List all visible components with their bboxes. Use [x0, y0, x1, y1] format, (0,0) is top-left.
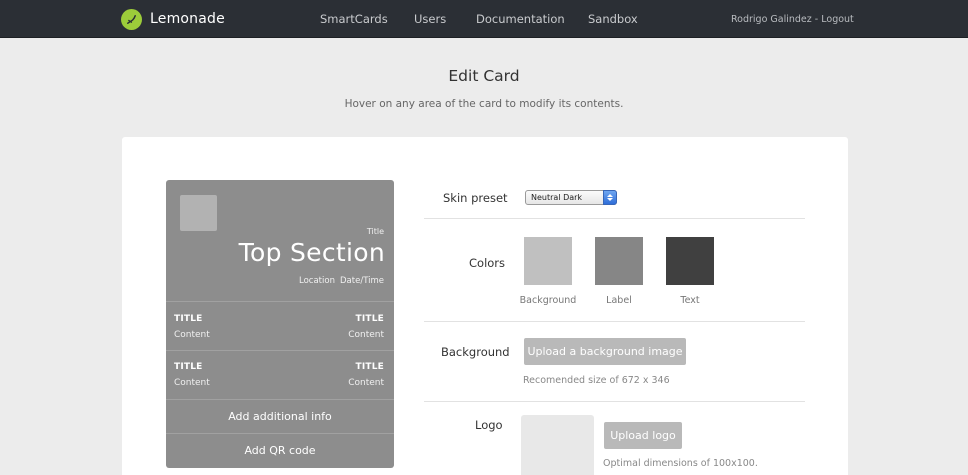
color-swatch-background[interactable]	[524, 237, 572, 285]
form-divider	[424, 321, 805, 322]
nav-link-documentation[interactable]: Documentation	[476, 12, 565, 26]
field-content-left: Content	[174, 330, 210, 340]
swatch-label-label: Label	[606, 295, 632, 306]
user-name[interactable]: Rodrigo Galindez	[731, 14, 812, 25]
nav-link-sandbox[interactable]: Sandbox	[588, 12, 638, 26]
brand-name: Lemonade	[150, 11, 225, 27]
nav-link-smartcards[interactable]: SmartCards	[320, 12, 388, 26]
logo-preview[interactable]	[521, 415, 594, 475]
logo-size-hint: Optimal dimensions of 100x100.	[603, 458, 758, 469]
color-swatch-text[interactable]	[666, 237, 714, 285]
card-title: Top Section	[238, 238, 385, 267]
page-title: Edit Card	[448, 67, 520, 85]
field-content-right: Content	[348, 330, 384, 340]
card-divider	[166, 301, 394, 302]
card-divider	[166, 399, 394, 400]
field-title-right: TITLE	[355, 314, 384, 324]
card-location: Location	[299, 276, 335, 286]
field-title-right: TITLE	[355, 362, 384, 372]
nav-link-users[interactable]: Users	[414, 12, 446, 26]
card-preview: Title Top Section Location Date/Time TIT…	[166, 180, 394, 468]
upload-background-button[interactable]: Upload a background image	[524, 338, 686, 365]
swatch-label-background: Background	[519, 295, 577, 306]
card-title-label: Title	[366, 227, 384, 236]
skin-preset-value: Neutral Dark	[531, 193, 583, 202]
top-navbar: Lemonade SmartCards Users Documentation …	[0, 0, 968, 38]
background-label: Background	[441, 345, 510, 359]
field-title-left: TITLE	[174, 314, 203, 324]
card-divider	[166, 433, 394, 434]
field-title-left: TITLE	[174, 362, 203, 372]
skin-preset-label: Skin preset	[443, 191, 508, 205]
card-datetime: Date/Time	[340, 276, 384, 286]
skin-preset-select[interactable]: Neutral Dark	[525, 190, 617, 205]
lemon-logo-icon	[121, 8, 142, 30]
field-content-right: Content	[348, 378, 384, 388]
background-size-hint: Recomended size of 672 x 346	[523, 375, 670, 386]
user-menu: Rodrigo Galindez - Logout	[731, 14, 854, 25]
form-divider	[424, 218, 805, 219]
add-additional-info-button[interactable]: Add additional info	[166, 410, 394, 423]
swatch-label-text: Text	[680, 295, 700, 306]
add-qr-code-button[interactable]: Add QR code	[166, 444, 394, 457]
upload-logo-button[interactable]: Upload logo	[604, 422, 682, 449]
card-thumbnail[interactable]	[180, 195, 217, 231]
color-swatch-label[interactable]	[595, 237, 643, 285]
brand[interactable]: Lemonade	[121, 8, 225, 30]
card-top-section[interactable]: Title Top Section Location Date/Time	[166, 180, 394, 301]
logout-link[interactable]: Logout	[821, 14, 854, 25]
edit-panel: Title Top Section Location Date/Time TIT…	[122, 137, 848, 475]
field-content-left: Content	[174, 378, 210, 388]
user-separator: -	[811, 14, 822, 25]
page-subtitle: Hover on any area of the card to modify …	[344, 98, 624, 110]
card-divider	[166, 350, 394, 351]
colors-label: Colors	[469, 256, 506, 270]
logo-label: Logo	[475, 418, 503, 432]
select-arrows-icon	[603, 190, 617, 205]
form-divider	[424, 401, 805, 402]
